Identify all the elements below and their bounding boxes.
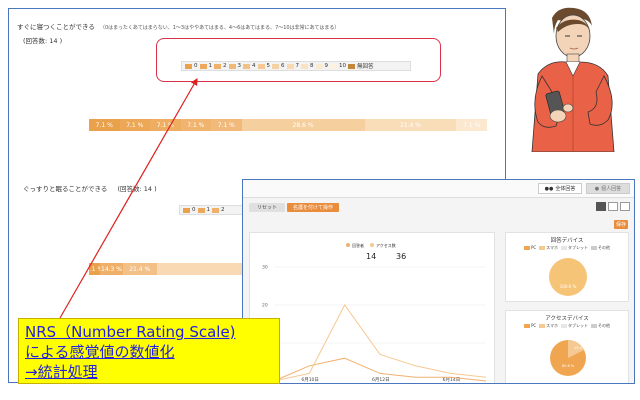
bar-segment: 7.1 % <box>119 119 151 131</box>
question-1-stacked-bar: 7.1 % 7.1 % 7.1 % 7.1 % 7.1 % 28.6 % 21.4 % 7.1… <box>89 119 487 131</box>
access-device-card: アクセスデバイス PC スマホ タブレット その他 19.4 % 80.6 % <box>505 310 629 383</box>
composite-slide: すぐに寝つくことができる （0はまったくあてはまらない、1〜3はややあてはまる、… <box>0 0 640 400</box>
access-count: 36 <box>396 252 406 261</box>
answer-device-card: 回答デバイス PC スマホ タブレット その他 100.0 % <box>505 232 629 302</box>
annotation-line-3: →統計処理 <box>25 363 98 381</box>
dashboard-tabs: ●● 全体回答 ● 個人回答 <box>538 183 630 194</box>
bar-segment: 7.1 % <box>89 119 120 131</box>
bar-segment: 7.1 % <box>150 119 181 131</box>
bar-segment <box>156 263 247 275</box>
legend-swatch <box>197 207 205 213</box>
layout-split-icon[interactable] <box>608 202 618 211</box>
question-2-text: ぐっすりと眠ることができる <box>23 185 108 193</box>
group-icon: ●● <box>544 185 554 192</box>
legend-swatch <box>183 207 190 213</box>
question-1-count: (回答数: 14 ) <box>23 37 63 45</box>
tab-all-answers[interactable]: ●● 全体回答 <box>538 183 582 194</box>
y-tick-label: 30 <box>262 265 268 271</box>
legend-label: 0 <box>192 207 196 213</box>
question-2-title: ぐっすりと眠ることができる (回答数: 14 ) <box>23 183 157 193</box>
analytics-dashboard: ●● 全体回答 ● 個人回答 リセット 名護を付けて操作 保存 回答者 アクセス… <box>242 179 635 384</box>
question-2-stacked-bar: 7.1 %14.3 %21.4 % <box>89 263 247 275</box>
person-with-phone-illustration <box>531 7 615 152</box>
bar-segment: 28.6 % <box>241 119 365 131</box>
question-1-title: すぐに寝つくことができる （0はまったくあてはまらない、1〜3はややあてはまる、… <box>17 21 339 31</box>
nrs-annotation-box: NRS（Number Rating Scale) による感覚値の数値化 →統計処… <box>18 318 280 384</box>
legend-label: 1 <box>206 207 211 213</box>
responses-count: 14 <box>366 252 376 261</box>
legend-highlight-ring <box>156 38 441 82</box>
reset-button[interactable]: リセット <box>249 203 285 212</box>
layout-grid-icon[interactable] <box>596 202 606 211</box>
question-1-note: （0はまったくあてはまらない、1〜3はややあてはまる、4〜6はあてはまる、7〜1… <box>99 25 340 31</box>
legend-swatch <box>212 207 219 213</box>
bar-segment: 7.1 % <box>180 119 212 131</box>
score-legend-2: 0 1 2 <box>179 205 243 215</box>
question-2-count: (回答数: 14 ) <box>117 185 157 193</box>
pie-value-label: 100.0 % <box>560 284 577 289</box>
line-chart: 回答者 アクセス数 14 36 3020106月10日6月12日6月14日 <box>262 242 487 383</box>
bar-segment: 14.3 % <box>100 263 123 275</box>
answer-device-pie: 100.0 % <box>549 258 587 296</box>
pie-small-label: 19.4 % <box>574 346 587 350</box>
legend-label: 2 <box>221 207 225 213</box>
tab-personal-answers-label: 個人回答 <box>601 186 622 192</box>
bar-segment: 7.1 % <box>89 263 101 275</box>
pie-slice-pc <box>549 258 587 296</box>
person-icon: ● <box>594 185 600 192</box>
y-tick-label: 20 <box>262 303 268 309</box>
legend-swatch-access <box>370 243 374 247</box>
pie-value-label: 80.6 % <box>562 364 575 368</box>
layout-list-icon[interactable] <box>620 202 630 211</box>
x-tick-label: 6月12日 <box>372 377 390 383</box>
tab-all-answers-label: 全体回答 <box>555 186 576 192</box>
question-1-text: すぐに寝つくことができる <box>17 23 95 31</box>
filter-action-button[interactable]: 名護を付けて操作 <box>287 203 339 212</box>
tab-personal-answers[interactable]: ● 個人回答 <box>586 183 630 194</box>
bar-segment: 7.1 % <box>211 119 242 131</box>
legend-label-responses: 回答者 <box>352 242 364 248</box>
legend-item: 0 <box>183 207 196 213</box>
legend-item: 1 <box>197 207 211 213</box>
line-chart-card: 回答者 アクセス数 14 36 3020106月10日6月12日6月14日 <box>249 232 495 383</box>
bar-segment: 21.4 % <box>364 119 457 131</box>
save-button[interactable]: 保存 <box>614 220 628 229</box>
annotation-line-2: による感覚値の数値化 <box>25 343 175 361</box>
x-tick-label: 6月10日 <box>301 377 319 383</box>
legend-label-access: アクセス数 <box>376 242 396 248</box>
bar-segment: 7.1 % <box>456 119 487 131</box>
legend-swatch-responses <box>346 243 350 247</box>
annotation-line-1: NRS（Number Rating Scale) <box>25 323 236 341</box>
access-device-pie: 19.4 % 80.6 % <box>550 340 587 376</box>
bar-segment: 21.4 % <box>122 263 157 275</box>
legend-item: 2 <box>212 207 225 213</box>
